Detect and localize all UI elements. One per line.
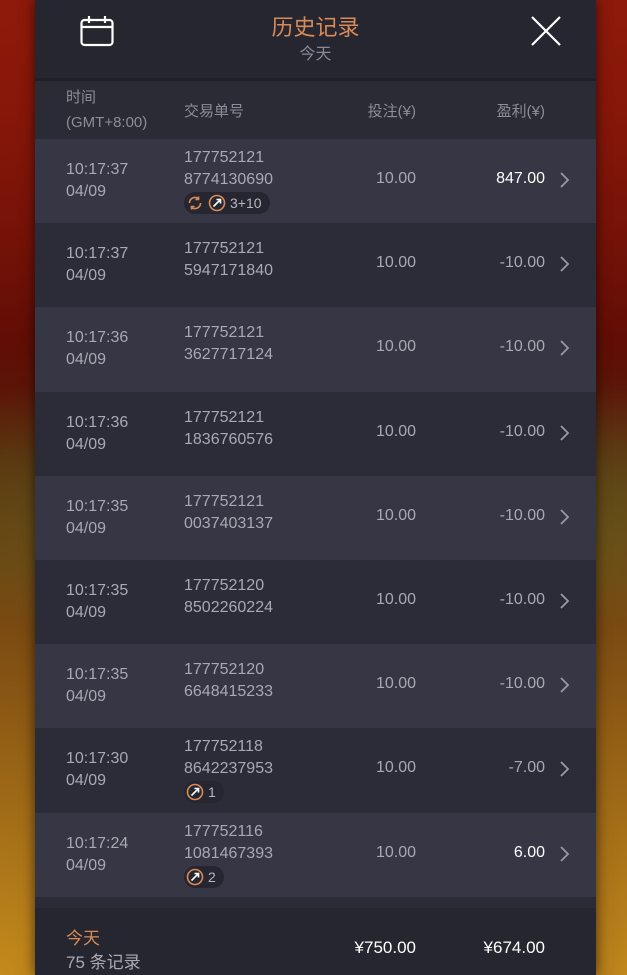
- chevron-right-icon[interactable]: [559, 845, 571, 863]
- row-bet: 10.00: [375, 338, 416, 356]
- row-order-part1: 177752120: [184, 661, 265, 679]
- row-date: 04/09: [66, 267, 107, 285]
- history-row[interactable]: 10:17:37 04/09 177752121 8774130690 3+10 …: [35, 139, 596, 224]
- row-profit: -10.00: [499, 675, 545, 693]
- row-time: 10:17:35: [66, 497, 129, 515]
- row-order-part1: 177752121: [184, 492, 265, 510]
- chevron-right-icon[interactable]: [559, 255, 571, 273]
- row-time: 10:17:37: [66, 245, 129, 263]
- chevron-right-icon[interactable]: [559, 592, 571, 610]
- chevron-right-icon[interactable]: [559, 508, 571, 526]
- close-icon[interactable]: [530, 15, 562, 47]
- row-bet: 10.00: [375, 506, 416, 524]
- chevron-right-icon[interactable]: [559, 424, 571, 442]
- row-profit: -10.00: [499, 338, 545, 356]
- row-profit: 6.00: [513, 843, 545, 861]
- row-order-part1: 177752120: [184, 576, 265, 594]
- total-profit: ¥674.00: [483, 938, 545, 957]
- history-row[interactable]: 10:17:24 04/09 177752116 1081467393 2 10.…: [35, 812, 596, 897]
- history-panel: 历史记录 今天 时间 (GMT+8:00) 交易单号 投注(¥) 盈利(¥) 1…: [35, 0, 596, 975]
- row-order-part1: 177752118: [184, 738, 263, 756]
- col-time-label: 时间: [66, 89, 97, 106]
- row-bet: 10.00: [375, 843, 416, 861]
- row-bet: 10.00: [375, 254, 416, 272]
- row-time: 10:17:36: [66, 329, 129, 347]
- row-profit: -10.00: [499, 590, 545, 608]
- date-filter-label: 今天: [299, 46, 332, 63]
- row-bet: 10.00: [375, 422, 416, 440]
- chevron-right-icon[interactable]: [559, 760, 571, 778]
- col-order-label: 交易单号: [184, 103, 245, 120]
- free-spin-icon: [208, 194, 226, 212]
- col-bet-label: 投注(¥): [367, 103, 416, 120]
- history-list: 10:17:37 04/09 177752121 8774130690 3+10 …: [35, 139, 596, 897]
- row-date: 04/09: [66, 772, 107, 790]
- row-date: 04/09: [66, 688, 107, 706]
- history-row[interactable]: 10:17:30 04/09 177752118 8642237953 1 10.…: [35, 728, 596, 813]
- row-profit: -7.00: [508, 759, 545, 777]
- history-row[interactable]: 10:17:35 04/09 177752120 8502260224 10.00 …: [35, 559, 596, 645]
- row-order-part2: 8642237953: [184, 760, 273, 778]
- row-order-part1: 177752116: [184, 822, 263, 840]
- row-date: 04/09: [66, 519, 107, 537]
- row-order-part2: 1836760576: [184, 430, 273, 448]
- row-order-part2: 8502260224: [184, 598, 273, 616]
- panel-header: 历史记录 今天: [35, 0, 596, 81]
- row-profit: -10.00: [499, 254, 545, 272]
- row-time: 10:17:37: [66, 161, 129, 178]
- row-order-part2: 6648415233: [184, 683, 273, 701]
- row-order-part1: 177752121: [184, 240, 265, 258]
- row-time: 10:17:35: [66, 581, 129, 599]
- row-order-part2: 3627717124: [184, 346, 273, 364]
- row-time: 10:17:35: [66, 666, 129, 684]
- summary-period-label: 今天: [66, 929, 100, 948]
- row-time: 10:17:24: [66, 834, 129, 852]
- feature-badge: 1: [184, 781, 224, 804]
- badge-count: 1: [208, 784, 216, 801]
- free-spin-icon: [186, 784, 204, 801]
- row-order-part2: 8774130690: [184, 171, 273, 188]
- row-time: 10:17:36: [66, 413, 129, 431]
- row-date: 04/09: [66, 856, 107, 874]
- row-date: 04/09: [66, 435, 107, 453]
- row-profit: -10.00: [499, 422, 545, 440]
- chevron-right-icon[interactable]: [559, 676, 571, 694]
- row-order-part1: 177752121: [184, 324, 265, 342]
- row-date: 04/09: [66, 351, 107, 369]
- row-bet: 10.00: [375, 675, 416, 693]
- history-row[interactable]: 10:17:35 04/09 177752121 0037403137 10.00 …: [35, 475, 596, 560]
- row-time: 10:17:30: [66, 750, 129, 768]
- page-title: 历史记录: [271, 15, 360, 40]
- row-bet: 10.00: [375, 759, 416, 777]
- row-date: 04/09: [66, 183, 107, 200]
- feature-badge: 2: [184, 865, 224, 888]
- record-count: 75 条记录: [66, 953, 141, 972]
- summary-footer: 今天 75 条记录 ¥750.00 ¥674.00: [35, 908, 596, 975]
- row-bet: 10.00: [375, 170, 416, 187]
- row-bet: 10.00: [375, 590, 416, 608]
- row-order-part2: 1081467393: [184, 844, 273, 862]
- row-order-part1: 177752121: [184, 149, 265, 166]
- free-spin-icon: [186, 868, 204, 885]
- row-profit: -10.00: [499, 506, 545, 524]
- respin-icon: [188, 196, 202, 210]
- row-order-part2: 5947171840: [184, 262, 273, 280]
- col-timezone-label: (GMT+8:00): [66, 114, 148, 131]
- row-profit: 847.00: [496, 170, 545, 187]
- badge-count: 3+10: [230, 195, 262, 211]
- history-row[interactable]: 10:17:36 04/09 177752121 1836760576 10.00 …: [35, 391, 596, 476]
- column-header: 时间 (GMT+8:00) 交易单号 投注(¥) 盈利(¥): [35, 81, 596, 139]
- feature-badge: 3+10: [184, 192, 270, 214]
- history-row[interactable]: 10:17:35 04/09 177752120 6648415233 10.00 …: [35, 644, 596, 729]
- badge-count: 2: [208, 868, 216, 885]
- row-order-part2: 0037403137: [184, 514, 273, 532]
- col-profit-label: 盈利(¥): [496, 103, 545, 120]
- row-order-part1: 177752121: [184, 408, 265, 426]
- history-row[interactable]: 10:17:37 04/09 177752121 5947171840 10.00 …: [35, 223, 596, 308]
- total-bet: ¥750.00: [354, 938, 416, 957]
- row-date: 04/09: [66, 603, 107, 621]
- chevron-right-icon[interactable]: [559, 339, 571, 357]
- history-row[interactable]: 10:17:36 04/09 177752121 3627717124 10.00 …: [35, 307, 596, 392]
- chevron-right-icon[interactable]: [559, 171, 571, 189]
